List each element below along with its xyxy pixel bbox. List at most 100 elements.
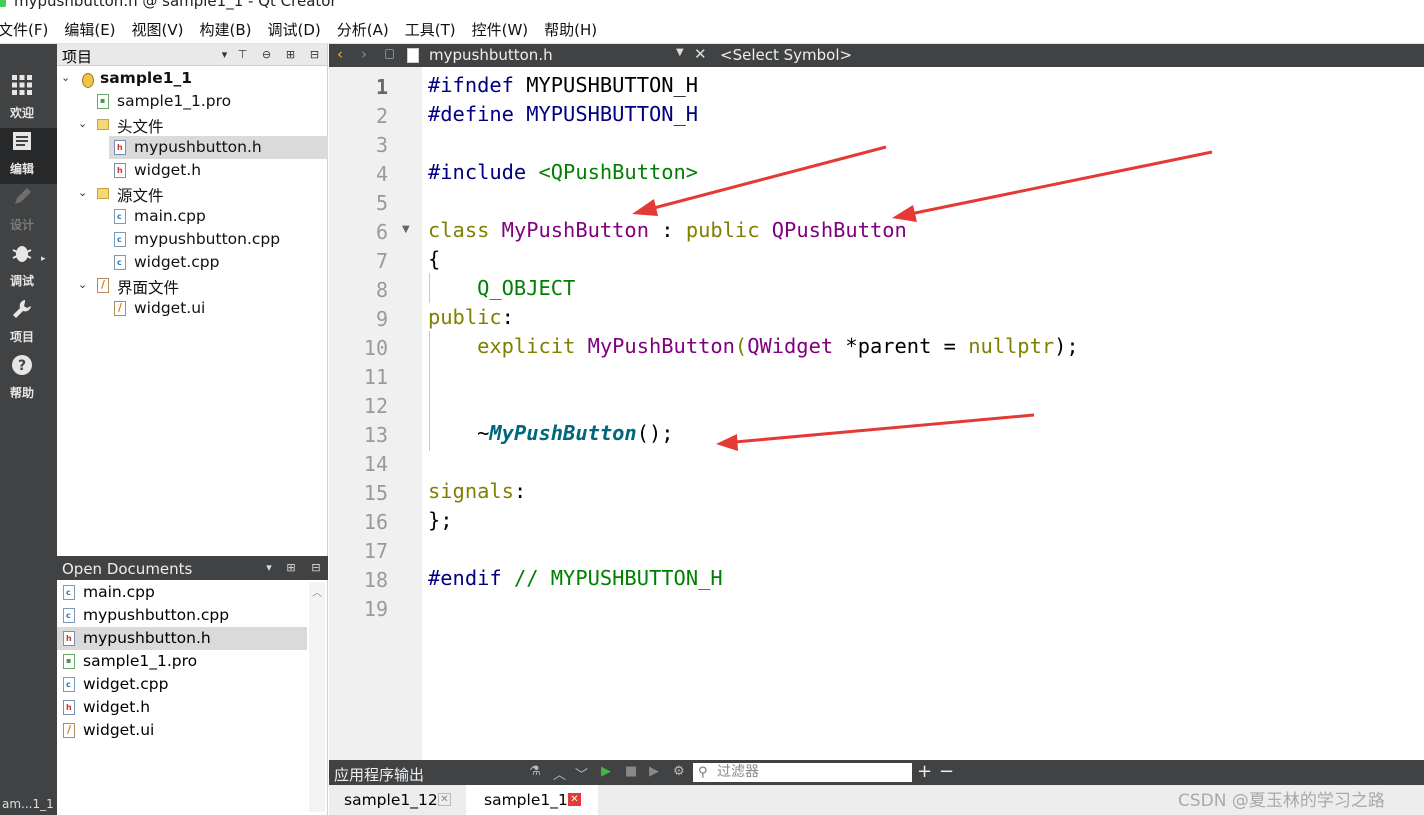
macro-token: MYPUSHBUTTON_H [513, 102, 699, 126]
open-doc-item[interactable]: main.cpp [57, 581, 307, 604]
grid-icon [12, 75, 32, 95]
open-doc-item[interactable]: mypushbutton.h [57, 627, 307, 650]
stop-icon[interactable]: ■ [625, 764, 637, 779]
code-line-8: Q_OBJECT [428, 276, 575, 305]
go-back-icon[interactable]: ‹ [337, 45, 343, 63]
output-tab[interactable]: sample1_12 ✕ [329, 785, 465, 815]
zoom-in-icon[interactable]: + [917, 761, 932, 782]
collapse-arrow-icon[interactable]: ⌄ [78, 117, 90, 130]
identifier-token: MYPUSHBUTTON_H [513, 73, 699, 97]
code-line-4: #include <QPushButton> [428, 160, 698, 189]
editor-toolbar: ‹ › mypushbutton.h ▼ ✕ <Select Symbol> [329, 44, 1424, 67]
menu-help[interactable]: 帮助(H) [544, 19, 597, 40]
tree-item-mypushbutton-cpp[interactable]: mypushbutton.cpp [57, 228, 328, 251]
close-document-icon[interactable]: ✕ [694, 45, 707, 63]
tree-item-main-cpp[interactable]: main.cpp [57, 205, 328, 228]
menu-tools[interactable]: 工具(T) [405, 19, 456, 40]
open-documents-scrollbar[interactable]: ︿ [309, 582, 325, 812]
collapse-arrow-icon[interactable]: ⌄ [78, 278, 90, 291]
zoom-out-icon[interactable]: − [939, 761, 954, 782]
mode-debug[interactable]: ▸ 调试 [0, 240, 57, 296]
mode-welcome[interactable]: 欢迎 [0, 72, 57, 128]
tree-item-sources-folder[interactable]: ⌄ 源文件 [57, 182, 328, 205]
scroll-up-icon[interactable]: ︿ [312, 584, 322, 599]
line-number: 1 [375, 75, 388, 99]
close-tab-icon[interactable]: ✕ [438, 793, 451, 806]
file-dropdown-icon[interactable]: ▼ [676, 47, 684, 58]
watermark: CSDN @夏玉林的学习之路 [1178, 791, 1385, 811]
mode-design[interactable]: 设计 [0, 184, 57, 240]
view-dropdown-icon[interactable]: ▾ [217, 47, 232, 62]
open-documents-header: Open Documents ▾ ⊞ ⊟ [57, 556, 328, 580]
lock-icon[interactable] [385, 49, 394, 59]
tree-item-widget-cpp[interactable]: widget.cpp [57, 251, 328, 274]
tree-item-label: sample1_1.pro [117, 92, 232, 110]
link-icon[interactable]: ⊖ [259, 47, 274, 62]
go-forward-icon[interactable]: › [361, 45, 367, 63]
close-tab-icon[interactable]: ✕ [568, 793, 581, 806]
symbol-selector[interactable]: <Select Symbol> [720, 46, 852, 64]
line-number: 14 [363, 452, 388, 476]
tree-item-mypushbutton-h[interactable]: mypushbutton.h [109, 136, 328, 159]
filter-icon[interactable]: ⊤ [235, 47, 250, 62]
split-icon[interactable]: ⊞ [284, 561, 298, 575]
next-item-icon[interactable]: ﹀ [575, 764, 588, 783]
line-number: 5 [375, 191, 388, 215]
header-file-icon [63, 631, 75, 646]
tree-item-forms-folder[interactable]: ⌄ 界面文件 [57, 274, 328, 297]
pencil-icon [15, 188, 31, 204]
settings-gear-icon[interactable]: ⚙ [673, 764, 685, 779]
debug-run-icon[interactable]: ▶ [649, 764, 659, 779]
attach-debugger-icon[interactable]: ⚗ [529, 764, 541, 779]
keyword-token: public [428, 305, 502, 329]
mode-help[interactable]: ? 帮助 [0, 352, 57, 408]
menu-edit[interactable]: 编辑(E) [64, 19, 115, 40]
output-tab-active[interactable]: sample1_1 ✕ [466, 785, 598, 815]
open-doc-item[interactable]: sample1_1.pro [57, 650, 307, 673]
open-doc-item[interactable]: widget.ui [57, 719, 307, 742]
menu-analyze[interactable]: 分析(A) [337, 19, 389, 40]
line-number: 18 [363, 568, 388, 592]
collapse-arrow-icon[interactable]: ⌄ [61, 71, 73, 84]
menu-build[interactable]: 构建(B) [200, 19, 252, 40]
split-icon[interactable]: ⊞ [283, 47, 298, 62]
output-tabs: sample1_12 ✕ sample1_1 ✕ CSDN @夏玉林的学习之路 [329, 785, 1424, 815]
open-doc-item[interactable]: mypushbutton.cpp [57, 604, 307, 627]
comment-token: // MYPUSHBUTTON_H [501, 566, 723, 590]
tree-item-widget-h[interactable]: widget.h [57, 159, 328, 182]
output-filter-input[interactable]: ⚲ 过滤器 [693, 763, 912, 782]
open-doc-item[interactable]: widget.h [57, 696, 307, 719]
line-number: 6 [375, 220, 388, 244]
tree-item-label: widget.h [134, 161, 202, 179]
fold-marker-icon[interactable]: ▼ [402, 224, 410, 235]
tree-item-widget-ui[interactable]: widget.ui [57, 297, 328, 320]
tree-item-pro[interactable]: sample1_1.pro [57, 90, 328, 113]
view-dropdown-icon[interactable]: ▾ [262, 561, 276, 575]
mode-design-label: 设计 [9, 218, 34, 233]
prev-item-icon[interactable]: ︿ [553, 764, 566, 783]
mode-projects[interactable]: 项目 [0, 296, 57, 352]
mode-edit[interactable]: 编辑 [0, 128, 57, 184]
application-output-title: 应用程序输出 [334, 766, 425, 784]
code-editor[interactable]: #ifndef MYPUSHBUTTON_H #define MYPUSHBUT… [423, 67, 1424, 760]
open-doc-item[interactable]: widget.cpp [57, 673, 307, 696]
line-number: 10 [363, 336, 388, 360]
kit-selector[interactable]: am...1_1 [0, 797, 57, 815]
run-icon[interactable]: ▶ [601, 764, 611, 779]
current-file-name[interactable]: mypushbutton.h [429, 46, 553, 64]
menu-window[interactable]: 控件(W) [472, 19, 529, 40]
tree-item-label: 源文件 [117, 187, 164, 205]
open-doc-label: mypushbutton.h [83, 629, 211, 647]
tree-item-headers-folder[interactable]: ⌄ 头文件 [57, 113, 328, 136]
collapse-arrow-icon[interactable]: ⌄ [78, 186, 90, 199]
tree-item-project[interactable]: ⌄ sample1_1 [57, 67, 328, 90]
code-line-16: }; [428, 508, 453, 532]
close-pane-icon[interactable]: ⊟ [309, 561, 323, 575]
open-doc-label: widget.h [83, 698, 151, 716]
menu-view[interactable]: 视图(V) [132, 19, 184, 40]
menu-debug[interactable]: 调试(D) [268, 19, 321, 40]
menu-file[interactable]: 文件(F) [0, 19, 48, 40]
line-number: 8 [375, 278, 388, 302]
debug-expand-icon: ▸ [41, 254, 46, 264]
close-pane-icon[interactable]: ⊟ [307, 47, 322, 62]
